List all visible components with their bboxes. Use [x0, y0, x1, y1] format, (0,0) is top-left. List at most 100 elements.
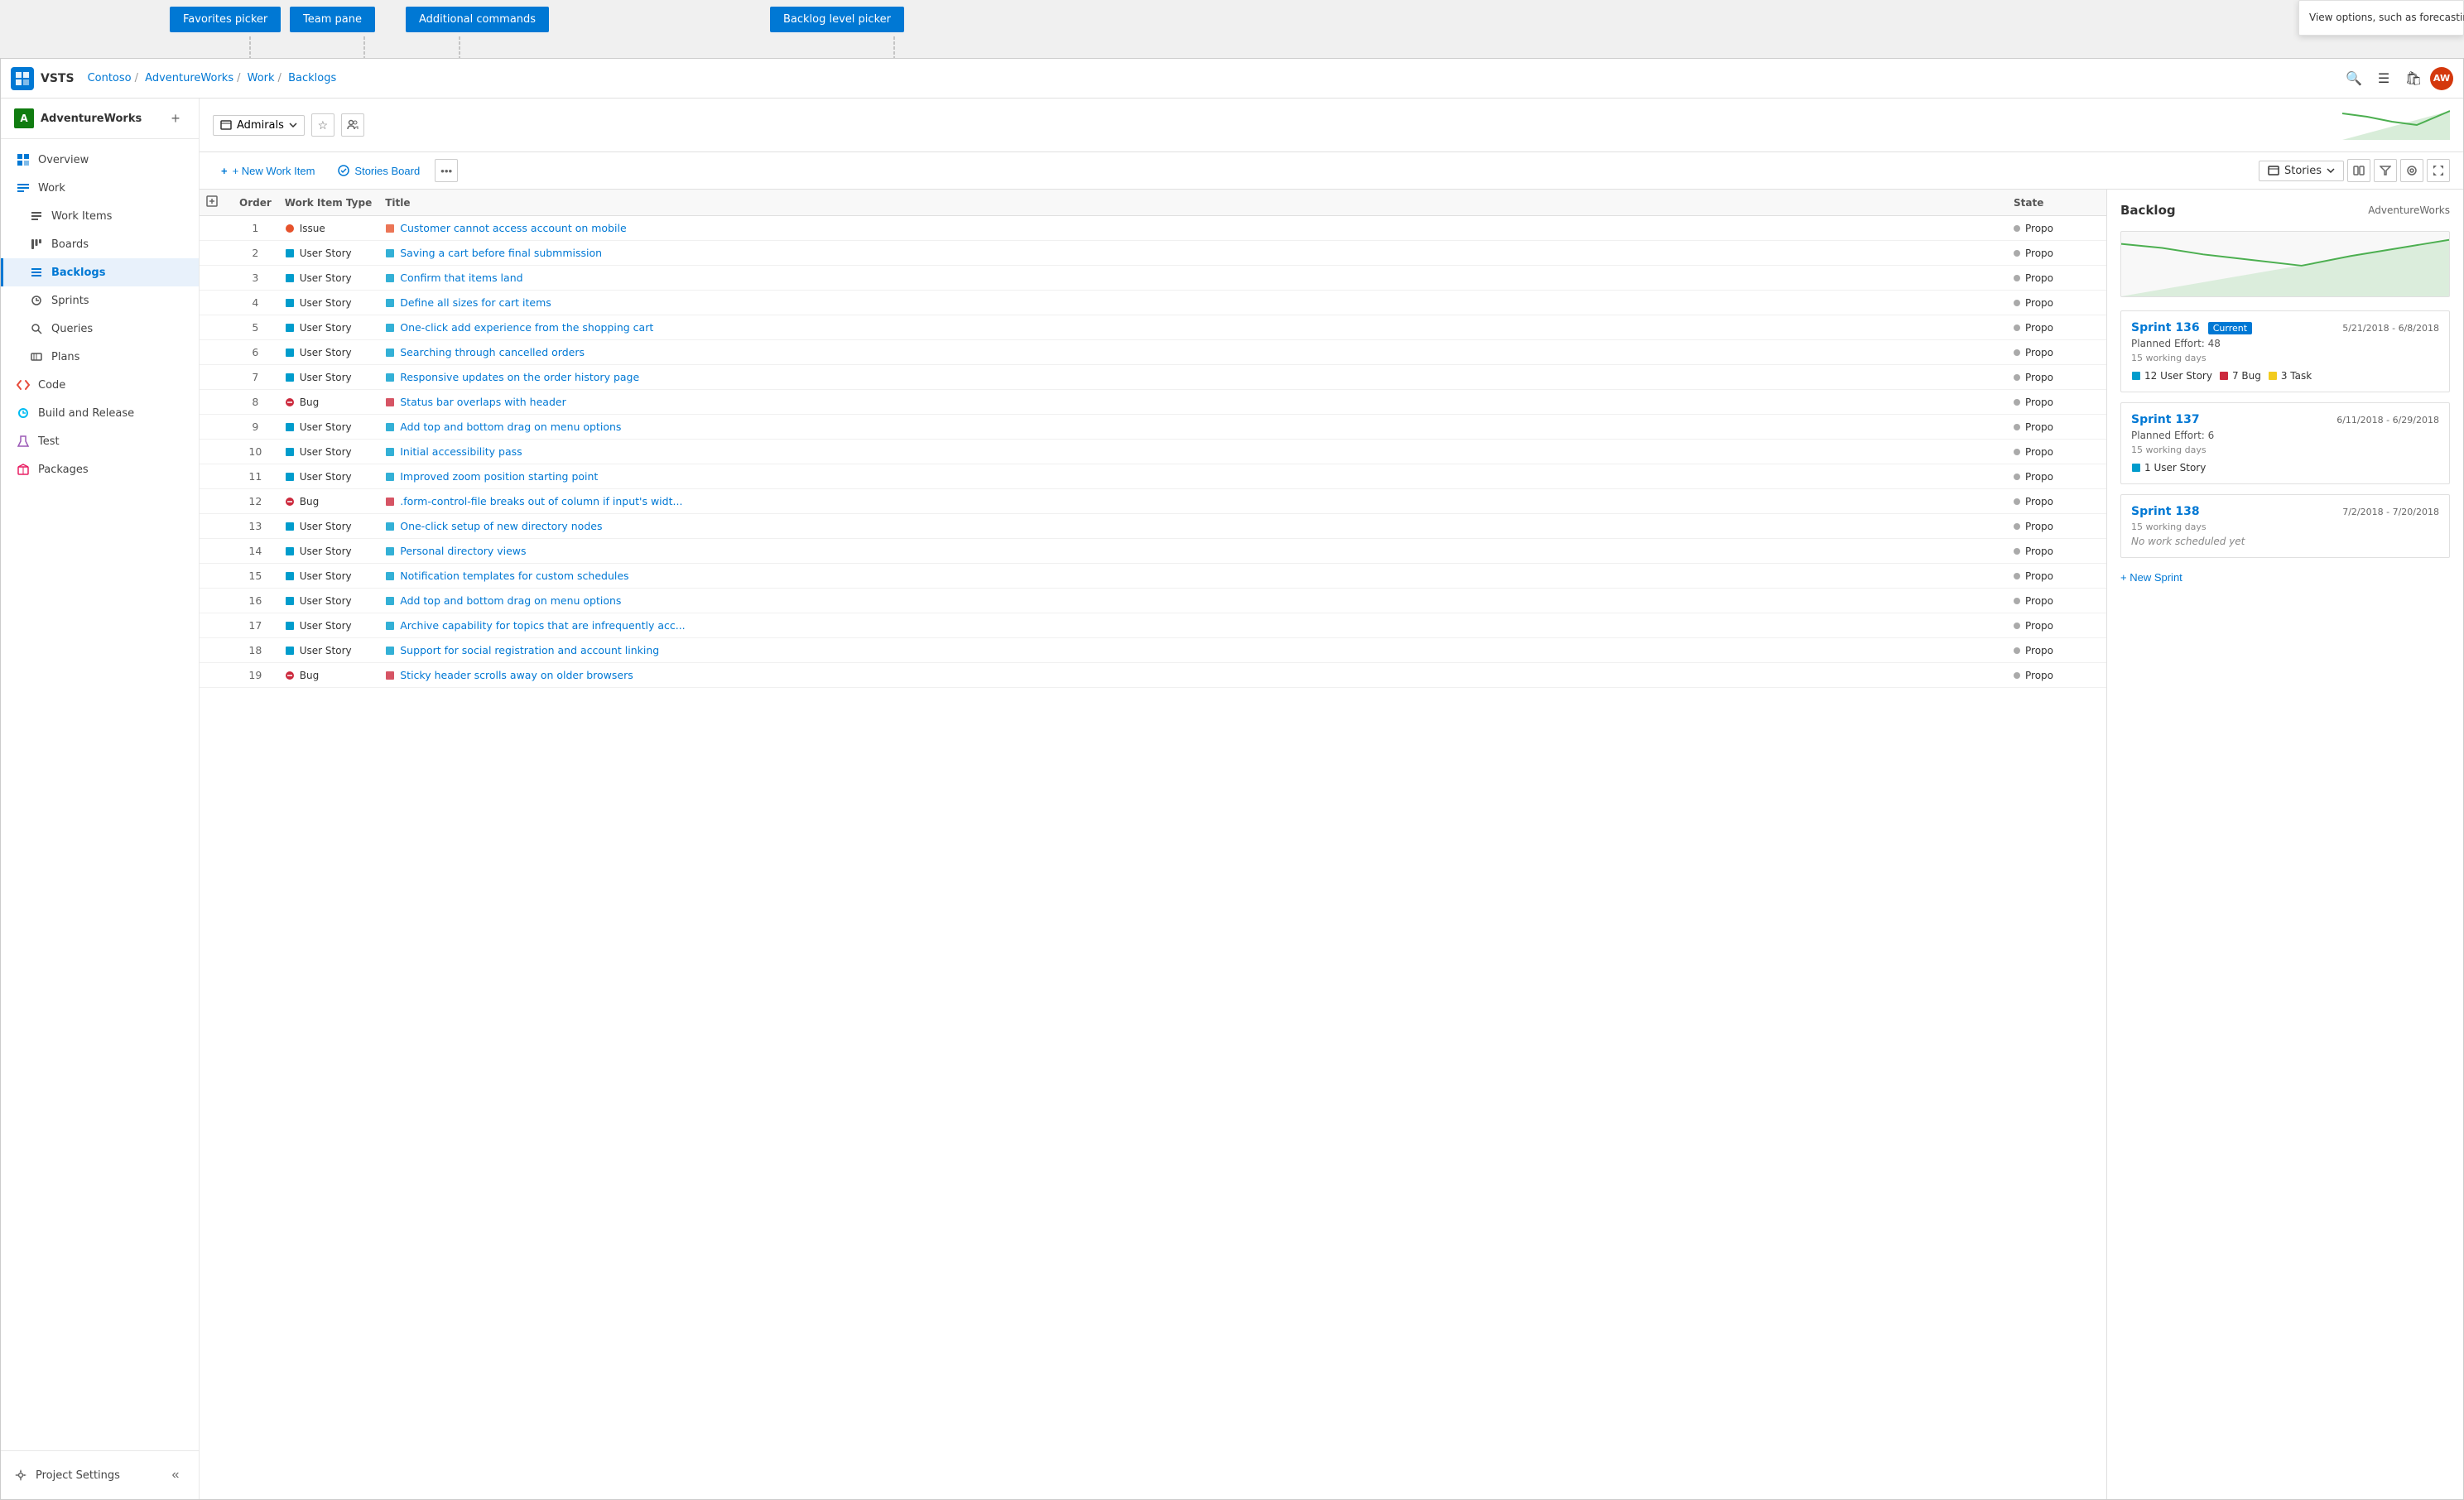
bag-button[interactable]: 🛍 — [2400, 65, 2427, 92]
table-row[interactable]: 10User Story Initial accessibility pass … — [200, 440, 2106, 464]
title-link[interactable]: Support for social registration and acco… — [400, 644, 659, 656]
table-row[interactable]: 11User Story Improved zoom position star… — [200, 464, 2106, 489]
title-link[interactable]: Sticky header scrolls away on older brow… — [400, 669, 633, 681]
sidebar-item-sprints[interactable]: Sprints — [1, 286, 199, 315]
table-row[interactable]: 18User Story Support for social registra… — [200, 638, 2106, 663]
title-link[interactable]: Initial accessibility pass — [400, 445, 522, 458]
table-row[interactable]: 6User Story Searching through cancelled … — [200, 340, 2106, 365]
row-title[interactable]: Notification templates for custom schedu… — [378, 564, 2007, 589]
sidebar-item-queries[interactable]: Queries — [1, 315, 199, 343]
settings-button[interactable] — [2400, 159, 2423, 182]
row-title[interactable]: Define all sizes for cart items — [378, 291, 2007, 315]
row-title[interactable]: Archive capability for topics that are i… — [378, 613, 2007, 638]
row-title[interactable]: Support for social registration and acco… — [378, 638, 2007, 663]
row-title[interactable]: One-click add experience from the shoppi… — [378, 315, 2007, 340]
state-label: Propo — [2025, 471, 2053, 483]
row-state: Propo — [2007, 415, 2106, 440]
row-title[interactable]: Improved zoom position starting point — [378, 464, 2007, 489]
team-picker[interactable]: Admirals — [213, 115, 305, 136]
title-link[interactable]: Add top and bottom drag on menu options — [400, 421, 621, 433]
sprint-effort: Planned Effort: 48 — [2131, 338, 2439, 349]
row-title[interactable]: Add top and bottom drag on menu options — [378, 589, 2007, 613]
stories-board-button[interactable]: Stories Board — [330, 161, 428, 181]
title-link[interactable]: Saving a cart before final submmission — [400, 247, 602, 259]
row-title[interactable]: Initial accessibility pass — [378, 440, 2007, 464]
row-title[interactable]: Customer cannot access account on mobile — [378, 216, 2007, 241]
table-row[interactable]: 8Bug Status bar overlaps with header Pro… — [200, 390, 2106, 415]
table-row[interactable]: 19Bug Sticky header scrolls away on olde… — [200, 663, 2106, 688]
sidebar-item-plans[interactable]: Plans — [1, 343, 199, 371]
user-avatar[interactable]: AW — [2430, 67, 2453, 90]
sidebar-item-backlogs[interactable]: Backlogs — [1, 258, 199, 286]
test-label: Test — [38, 435, 60, 448]
row-title[interactable]: Add top and bottom drag on menu options — [378, 415, 2007, 440]
table-row[interactable]: 16User Story Add top and bottom drag on … — [200, 589, 2106, 613]
sidebar-item-code[interactable]: Code — [1, 371, 199, 399]
sidebar-item-project-settings[interactable]: Project Settings « — [1, 1458, 199, 1493]
table-row[interactable]: 5User Story One-click add experience fro… — [200, 315, 2106, 340]
table-row[interactable]: 4User Story Define all sizes for cart it… — [200, 291, 2106, 315]
sidebar-item-overview[interactable]: Overview — [1, 146, 199, 174]
expand-button[interactable] — [2427, 159, 2450, 182]
state-label: Propo — [2025, 248, 2053, 259]
new-work-item-button[interactable]: + + New Work Item — [213, 161, 323, 181]
title-link[interactable]: Improved zoom position starting point — [400, 470, 598, 483]
row-title[interactable]: Searching through cancelled orders — [378, 340, 2007, 365]
title-link[interactable]: One-click setup of new directory nodes — [400, 520, 602, 532]
view-options-button[interactable] — [2347, 159, 2370, 182]
sprint-name[interactable]: Sprint 138 — [2131, 505, 2200, 518]
sprint-name-row: Sprint 136 Current — [2131, 321, 2252, 334]
table-row[interactable]: 1Issue Customer cannot access account on… — [200, 216, 2106, 241]
table-row[interactable]: 3User Story Confirm that items land Prop… — [200, 266, 2106, 291]
title-link[interactable]: One-click add experience from the shoppi… — [400, 321, 653, 334]
title-link[interactable]: Responsive updates on the order history … — [400, 371, 639, 383]
title-link[interactable]: Add top and bottom drag on menu options — [400, 594, 621, 607]
team-members-button[interactable] — [341, 113, 364, 137]
table-row[interactable]: 17User Story Archive capability for topi… — [200, 613, 2106, 638]
favorite-star-button[interactable]: ☆ — [311, 113, 334, 137]
row-title[interactable]: .form-control-file breaks out of column … — [378, 489, 2007, 514]
row-title[interactable]: One-click setup of new directory nodes — [378, 514, 2007, 539]
row-title[interactable]: Confirm that items land — [378, 266, 2007, 291]
title-link[interactable]: Customer cannot access account on mobile — [400, 222, 626, 234]
title-link[interactable]: Notification templates for custom schedu… — [400, 570, 628, 582]
row-title[interactable]: Saving a cart before final submmission — [378, 241, 2007, 266]
add-project-button[interactable]: + — [166, 108, 185, 128]
title-link[interactable]: Status bar overlaps with header — [400, 396, 565, 408]
title-link[interactable]: Personal directory views — [400, 545, 526, 557]
sidebar-item-boards[interactable]: Boards — [1, 230, 199, 258]
table-row[interactable]: 13User Story One-click setup of new dire… — [200, 514, 2106, 539]
breadcrumb: Contoso/ AdventureWorks/ Work/ Backlogs — [88, 72, 337, 84]
more-options-button[interactable]: ••• — [435, 159, 458, 182]
sidebar-item-test[interactable]: Test — [1, 427, 199, 455]
sidebar-item-work[interactable]: Work — [1, 174, 199, 202]
table-row[interactable]: 7User Story Responsive updates on the or… — [200, 365, 2106, 390]
row-title[interactable]: Personal directory views — [378, 539, 2007, 564]
stories-picker[interactable]: Stories — [2259, 161, 2344, 181]
table-row[interactable]: 14User Story Personal directory views Pr… — [200, 539, 2106, 564]
table-row[interactable]: 12Bug .form-control-file breaks out of c… — [200, 489, 2106, 514]
list-button[interactable]: ☰ — [2370, 65, 2397, 92]
sidebar-item-build-release[interactable]: Build and Release — [1, 399, 199, 427]
title-link[interactable]: Searching through cancelled orders — [400, 346, 585, 358]
table-row[interactable]: 9User Story Add top and bottom drag on m… — [200, 415, 2106, 440]
sidebar-collapse-button[interactable]: « — [166, 1465, 185, 1485]
row-title[interactable]: Responsive updates on the order history … — [378, 365, 2007, 390]
table-row[interactable]: 2User Story Saving a cart before final s… — [200, 241, 2106, 266]
col-header-order: Order — [233, 190, 278, 216]
table-row[interactable]: 15User Story Notification templates for … — [200, 564, 2106, 589]
row-title[interactable]: Status bar overlaps with header — [378, 390, 2007, 415]
search-button[interactable]: 🔍 — [2341, 65, 2367, 92]
sprint-name[interactable]: Sprint 136 — [2131, 321, 2200, 334]
title-link[interactable]: Confirm that items land — [400, 272, 522, 284]
new-sprint-button[interactable]: + New Sprint — [2120, 568, 2182, 587]
title-link[interactable]: Define all sizes for cart items — [400, 296, 551, 309]
sprint-name[interactable]: Sprint 137 — [2131, 413, 2200, 426]
filter-button[interactable] — [2374, 159, 2397, 182]
sidebar-item-packages[interactable]: Packages — [1, 455, 199, 483]
title-link[interactable]: Archive capability for topics that are i… — [400, 619, 685, 632]
sidebar-item-work-items[interactable]: Work Items — [1, 202, 199, 230]
title-link[interactable]: .form-control-file breaks out of column … — [400, 495, 682, 507]
type-icon — [285, 224, 295, 233]
row-title[interactable]: Sticky header scrolls away on older brow… — [378, 663, 2007, 688]
